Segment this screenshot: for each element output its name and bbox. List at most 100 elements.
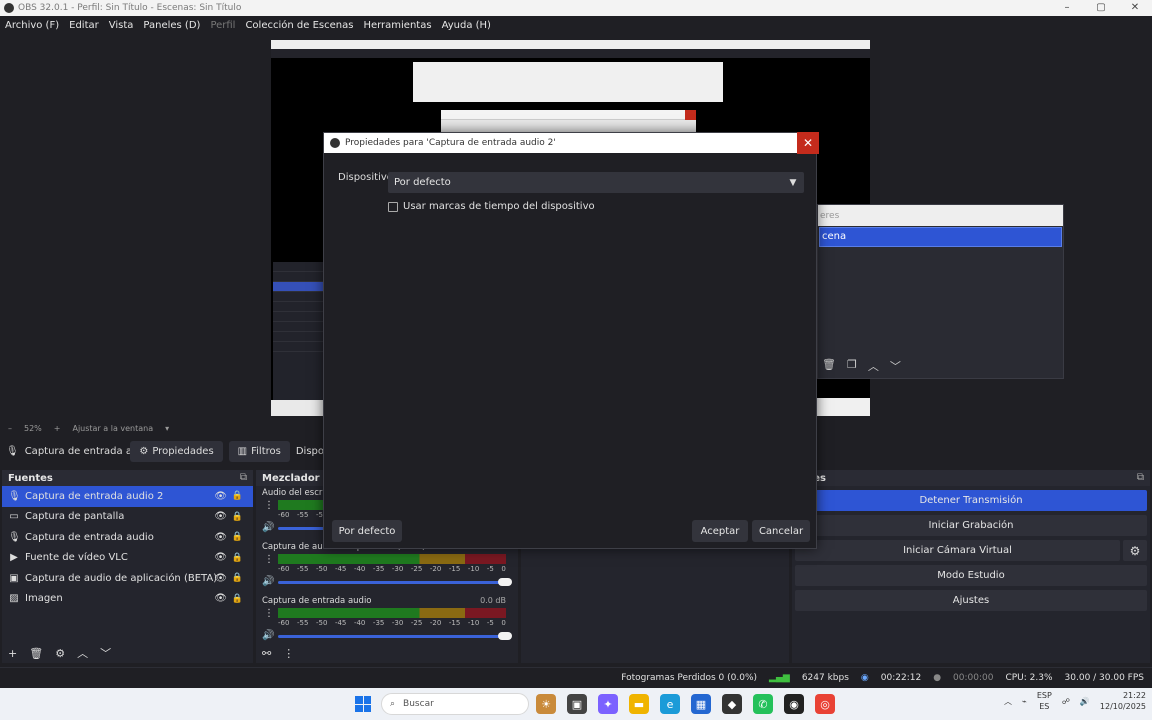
eye-icon[interactable]: 👁 bbox=[214, 573, 227, 584]
settings-button[interactable]: Ajustes bbox=[795, 590, 1147, 611]
eye-icon[interactable]: 👁 bbox=[214, 491, 227, 502]
start-recording-button[interactable]: Iniciar Grabación bbox=[795, 515, 1147, 536]
trash-icon[interactable]: 🗑 bbox=[822, 358, 836, 374]
menu-editar[interactable]: Editar bbox=[69, 20, 99, 31]
remove-source-icon[interactable]: 🗑 bbox=[29, 647, 43, 660]
language-indicator[interactable]: ESP ES bbox=[1037, 690, 1052, 712]
minimize-button[interactable]: – bbox=[1050, 0, 1084, 16]
zoom-out-button[interactable]: – bbox=[8, 424, 12, 433]
meter-tick-label: -50 bbox=[315, 619, 328, 627]
image-icon: ▨ bbox=[9, 593, 19, 605]
studio-mode-button[interactable]: Modo Estudio bbox=[795, 565, 1147, 586]
menu-vista[interactable]: Vista bbox=[109, 20, 134, 31]
meter-tick-label: -45 bbox=[334, 565, 347, 573]
preview-nested-close-icon bbox=[685, 110, 696, 120]
eye-icon[interactable]: 👁 bbox=[214, 511, 227, 522]
dialog-close-button[interactable]: ✕ bbox=[797, 132, 819, 154]
source-item[interactable]: ▣ Captura de audio de aplicación (BETA) 👁 🔒 bbox=[2, 568, 253, 589]
scene-item[interactable]: cena bbox=[819, 227, 1062, 247]
copilot-icon[interactable]: ✦ bbox=[598, 694, 618, 714]
volume-slider[interactable] bbox=[278, 578, 512, 586]
speaker-icon[interactable]: 🔊 bbox=[262, 630, 274, 641]
volume-slider-handle[interactable] bbox=[498, 578, 512, 586]
obs-taskbar-icon[interactable]: ◉ bbox=[784, 694, 804, 714]
ok-button[interactable]: Aceptar bbox=[692, 520, 748, 542]
speaker-icon[interactable]: 🔊 bbox=[262, 522, 274, 533]
clock[interactable]: 21:22 12/10/2025 bbox=[1100, 690, 1146, 712]
edge-icon[interactable]: e bbox=[660, 694, 680, 714]
chevron-up-icon[interactable]: ︿ bbox=[868, 358, 879, 374]
lock-icon[interactable]: 🔒 bbox=[232, 532, 243, 542]
menu-herramientas[interactable]: Herramientas bbox=[363, 20, 431, 31]
close-window-button[interactable]: ✕ bbox=[1118, 0, 1152, 16]
channel-menu-icon[interactable]: ⋮ bbox=[264, 500, 274, 511]
more-icon[interactable]: ⋮ bbox=[283, 647, 294, 660]
float-dock-icon[interactable]: ⧉ bbox=[240, 472, 247, 483]
usb-icon[interactable]: ⌁ bbox=[1022, 697, 1027, 706]
device-select[interactable]: Por defecto ▼ bbox=[388, 172, 804, 193]
network-icon[interactable]: ☍ bbox=[1062, 697, 1070, 706]
source-item[interactable]: 🎙 Captura de entrada audio 👁 🔒 bbox=[2, 527, 253, 548]
menu-perfil[interactable]: Perfil bbox=[210, 20, 235, 31]
search-placeholder: Buscar bbox=[403, 699, 434, 709]
eye-icon[interactable]: 👁 bbox=[214, 593, 227, 604]
eye-icon[interactable]: 👁 bbox=[214, 552, 227, 563]
chrome-icon[interactable]: ◎ bbox=[815, 694, 835, 714]
source-item[interactable]: ▶ Fuente de vídeo VLC 👁 🔒 bbox=[2, 548, 253, 569]
copy-icon[interactable]: ❐ bbox=[847, 358, 857, 374]
volume-icon[interactable]: 🔊 bbox=[1080, 697, 1090, 706]
lock-icon[interactable]: 🔒 bbox=[232, 573, 243, 583]
menu-coleccion-escenas[interactable]: Colección de Escenas bbox=[245, 20, 353, 31]
link-icon[interactable]: ⚯ bbox=[262, 647, 271, 660]
app-icon[interactable]: ◆ bbox=[722, 694, 742, 714]
source-item[interactable]: ▭ Captura de pantalla 👁 🔒 bbox=[2, 507, 253, 528]
float-dock-icon[interactable]: ⧉ bbox=[1137, 472, 1144, 483]
add-source-icon[interactable]: + bbox=[8, 647, 17, 660]
volume-slider-handle[interactable] bbox=[498, 632, 512, 640]
speaker-icon[interactable]: 🔊 bbox=[262, 576, 274, 587]
device-label: Dispositivo bbox=[338, 172, 393, 183]
lock-icon[interactable]: 🔒 bbox=[232, 594, 243, 604]
show-hidden-icons[interactable]: ︿ bbox=[1004, 696, 1012, 707]
widgets-icon[interactable]: ☀ bbox=[536, 694, 556, 714]
start-button[interactable] bbox=[355, 696, 371, 712]
device-timestamps-label: Usar marcas de tiempo del dispositivo bbox=[403, 201, 595, 212]
menu-ayuda[interactable]: Ayuda (H) bbox=[442, 20, 491, 31]
properties-button[interactable]: ⚙ Propiedades bbox=[130, 441, 223, 462]
source-settings-icon[interactable]: ⚙ bbox=[55, 647, 65, 660]
move-down-icon[interactable]: ﹀ bbox=[100, 645, 111, 661]
channel-menu-icon[interactable]: ⋮ bbox=[264, 554, 274, 565]
preview-nested-titlebar bbox=[271, 40, 870, 49]
whatsapp-icon[interactable]: ✆ bbox=[753, 694, 773, 714]
lock-icon[interactable]: 🔒 bbox=[232, 512, 243, 522]
task-view-icon[interactable]: ▣ bbox=[567, 694, 587, 714]
chevron-down-icon[interactable]: ﹀ bbox=[890, 358, 901, 374]
file-explorer-icon[interactable]: ▬ bbox=[629, 694, 649, 714]
source-item[interactable]: 🎙 Captura de entrada audio 2 👁 🔒 bbox=[2, 486, 253, 507]
virtual-cam-settings-icon[interactable]: ⚙ bbox=[1123, 540, 1147, 561]
stop-streaming-button[interactable]: Detener Transmisión bbox=[795, 490, 1147, 511]
filters-button[interactable]: ▥ Filtros bbox=[228, 441, 290, 462]
zoom-in-button[interactable]: + bbox=[54, 424, 61, 433]
chevron-down-icon: ▼ bbox=[789, 177, 797, 188]
caret-down-icon[interactable]: ▾ bbox=[165, 424, 169, 433]
volume-slider[interactable] bbox=[278, 632, 512, 640]
lock-icon[interactable]: 🔒 bbox=[232, 553, 243, 563]
maximize-button[interactable]: ▢ bbox=[1084, 0, 1118, 16]
menu-paneles[interactable]: Paneles (D) bbox=[143, 20, 200, 31]
taskbar-search[interactable]: ⌕ Buscar bbox=[381, 693, 529, 715]
store-icon[interactable]: ▦ bbox=[691, 694, 711, 714]
source-item[interactable]: ▨ Imagen 👁 🔒 bbox=[2, 589, 253, 610]
cancel-button[interactable]: Cancelar bbox=[752, 520, 810, 542]
checkbox-box[interactable] bbox=[388, 201, 398, 212]
start-virtual-cam-button[interactable]: Iniciar Cámara Virtual bbox=[795, 540, 1120, 561]
source-label: Captura de pantalla bbox=[25, 511, 125, 523]
channel-menu-icon[interactable]: ⋮ bbox=[264, 608, 274, 619]
lock-icon[interactable]: 🔒 bbox=[232, 491, 243, 501]
eye-icon[interactable]: 👁 bbox=[214, 532, 227, 543]
fit-window-label[interactable]: Ajustar a la ventana bbox=[72, 424, 153, 433]
move-up-icon[interactable]: ︿ bbox=[77, 645, 88, 661]
restore-defaults-button[interactable]: Por defecto bbox=[332, 520, 402, 542]
menu-archivo[interactable]: Archivo (F) bbox=[5, 20, 59, 31]
device-timestamps-checkbox[interactable]: Usar marcas de tiempo del dispositivo bbox=[388, 201, 595, 212]
